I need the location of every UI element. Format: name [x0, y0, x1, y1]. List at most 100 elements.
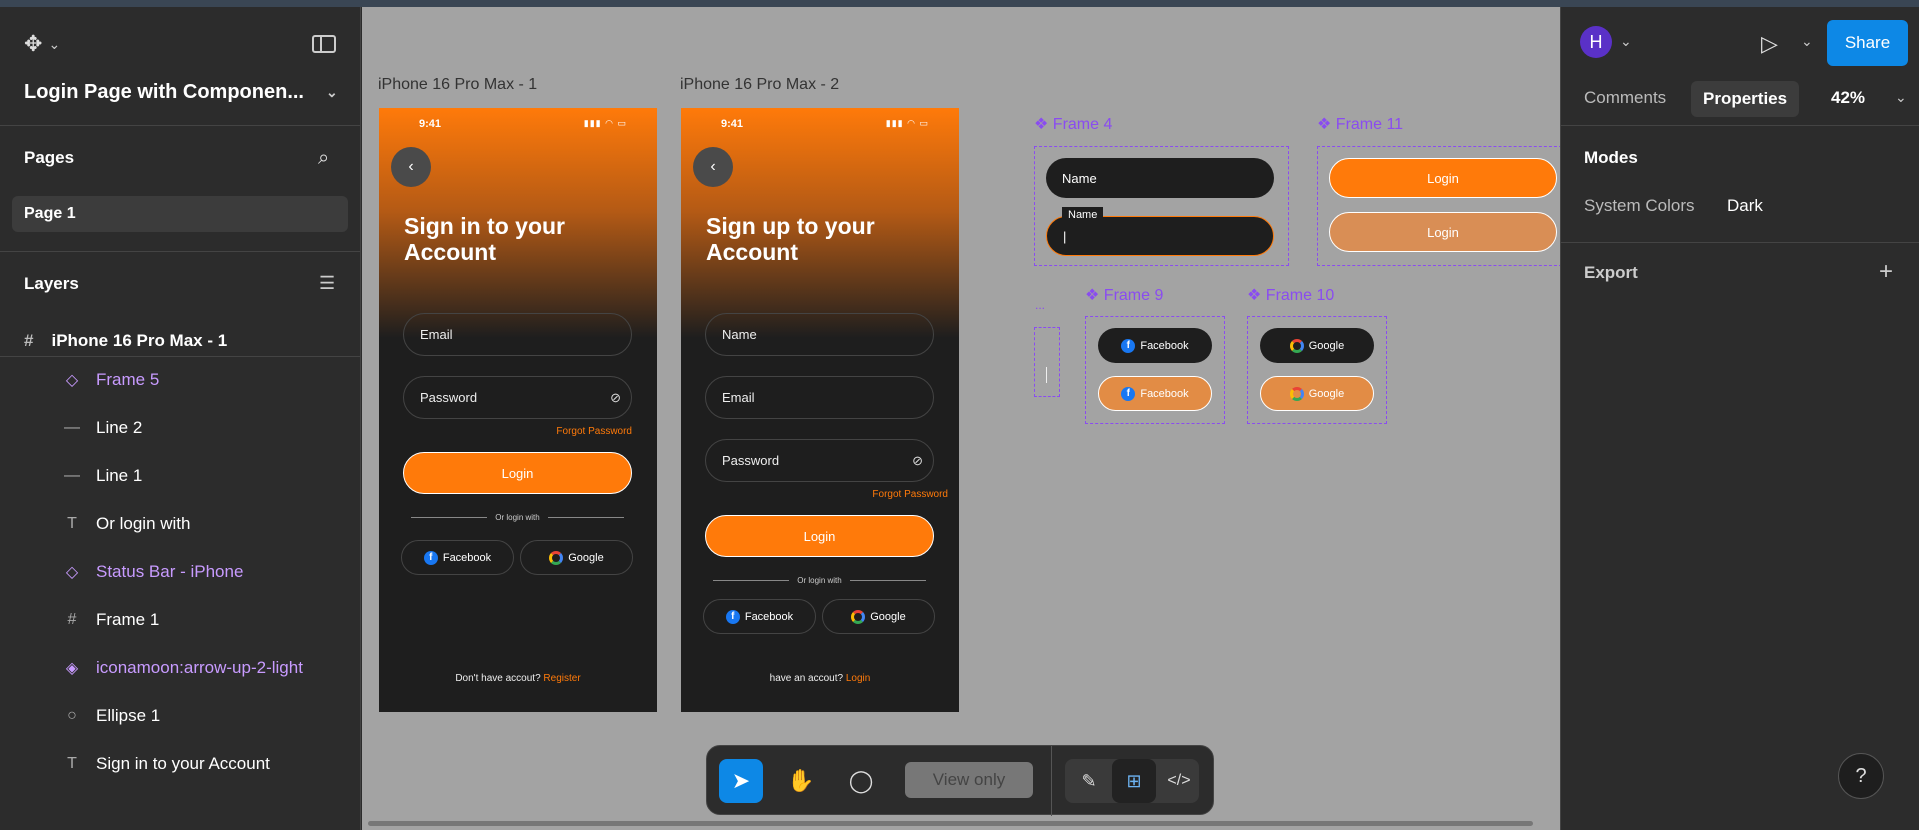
facebook-button[interactable]: f Facebook — [401, 540, 514, 575]
phone-frame-signin[interactable]: 9:41 ▮▮▮ ◠ ▭ ‹ Sign in to your Account E… — [379, 108, 657, 712]
horizontal-scrollbar[interactable] — [368, 821, 1533, 826]
password-placeholder: Password — [420, 390, 478, 405]
page-item-page1[interactable]: Page 1 — [12, 196, 348, 232]
chevron-down-icon[interactable]: ⌄ — [1895, 89, 1907, 106]
divider — [0, 356, 361, 357]
eye-off-icon[interactable]: ⊘ — [610, 390, 621, 406]
login-button-default[interactable]: Login — [1329, 158, 1557, 198]
login-button[interactable]: Login — [403, 452, 632, 494]
page-item-label: Page 1 — [24, 205, 76, 222]
google-button[interactable]: Google — [822, 599, 935, 634]
avatar[interactable]: H — [1580, 26, 1612, 58]
layer-root[interactable]: # iPhone 16 Pro Max - 1 — [24, 331, 227, 351]
design-mode-button[interactable]: ⊞ — [1112, 759, 1156, 803]
register-link[interactable]: Register — [543, 673, 580, 684]
component-label-frame10[interactable]: ❖ Frame 10 — [1247, 285, 1334, 305]
frame-label[interactable]: iPhone 16 Pro Max - 2 — [680, 76, 839, 94]
move-tool-button[interactable]: ➤ — [719, 759, 763, 803]
code-icon: </> — [1167, 772, 1191, 789]
back-button[interactable]: ‹ — [391, 147, 431, 187]
back-button[interactable]: ‹ — [693, 147, 733, 187]
login-button-hover[interactable]: Login — [1329, 212, 1557, 252]
layer-item[interactable]: # Frame 1 — [0, 598, 361, 642]
forgot-password-link[interactable]: Forgot Password — [556, 426, 632, 437]
frame4-label: Frame 4 — [1052, 116, 1113, 133]
left-sidebar: ✥ ⌄ Login Page with Componen... ⌄ Pages ⌕ … — [0, 7, 361, 830]
system-colors-label: System Colors — [1584, 196, 1695, 215]
facebook-icon: f — [725, 609, 740, 624]
pen-icon: ✎ — [1081, 770, 1097, 791]
forgot-password-link[interactable]: Forgot Password — [872, 489, 948, 500]
name-field[interactable]: Name — [705, 313, 934, 356]
frame-icon: # — [24, 331, 34, 350]
email-field[interactable]: Email — [705, 376, 934, 419]
file-title[interactable]: Login Page with Componen... ⌄ — [24, 81, 338, 104]
design-canvas[interactable]: iPhone 16 Pro Max - 1 iPhone 16 Pro Max … — [362, 7, 1560, 830]
layer-root-label: iPhone 16 Pro Max - 1 — [51, 331, 228, 350]
password-field[interactable]: Password ⊘ — [705, 439, 934, 482]
cursor-icon: ➤ — [731, 768, 751, 793]
divider — [1561, 242, 1919, 243]
help-button[interactable]: ? — [1838, 753, 1884, 799]
login-prompt: have an accout? Login — [681, 673, 959, 684]
facebook-button-hover[interactable]: f Facebook — [1098, 376, 1212, 411]
layer-item[interactable]: ◈ iconamoon:arrow-up-2-light — [0, 646, 361, 690]
facebook-button-default[interactable]: f Facebook — [1098, 328, 1212, 363]
frame-label[interactable]: iPhone 16 Pro Max - 1 — [378, 76, 537, 94]
google-button-hover[interactable]: Google — [1260, 376, 1374, 411]
footer-text: have an accout? — [769, 673, 844, 684]
ellipse-icon: ○ — [67, 707, 77, 724]
comment-tool-button[interactable]: ◯ — [839, 759, 883, 803]
layer-label: iconamoon:arrow-up-2-light — [96, 658, 303, 677]
collapsed-frame[interactable] — [1034, 327, 1060, 397]
or-divider: Or login with — [403, 511, 632, 523]
zoom-level[interactable]: 42% — [1831, 88, 1865, 108]
email-field[interactable]: Email — [403, 313, 632, 356]
component-icon: ❖ — [1034, 116, 1049, 133]
toolbar-divider — [1051, 746, 1052, 816]
eye-off-icon[interactable]: ⊘ — [912, 453, 923, 469]
panel-toggle-icon[interactable] — [312, 35, 336, 53]
layer-item[interactable]: ◇ Status Bar - iPhone — [0, 550, 361, 594]
google-label: Google — [1308, 387, 1345, 400]
layer-item[interactable]: T Sign in to your Account — [0, 742, 361, 786]
tab-comments[interactable]: Comments — [1584, 88, 1666, 108]
layer-list-options-icon[interactable]: ☰ — [319, 273, 335, 294]
layer-label: Status Bar - iPhone — [96, 562, 244, 581]
name-input-default[interactable]: Name — [1046, 158, 1274, 198]
share-button[interactable]: Share — [1827, 20, 1908, 66]
draw-mode-button[interactable]: ✎ — [1067, 759, 1111, 803]
or-divider: Or login with — [705, 574, 934, 586]
login-button[interactable]: Login — [705, 515, 934, 557]
layer-item[interactable]: — Line 2 — [0, 406, 361, 450]
divider — [1561, 125, 1919, 126]
figma-menu[interactable]: ✥ ⌄ — [24, 31, 60, 57]
layer-item[interactable]: ◇ Frame 5 — [0, 358, 361, 402]
mode-value-dark[interactable]: Dark — [1727, 196, 1763, 216]
present-play-icon[interactable]: ▷ — [1761, 31, 1778, 57]
search-icon[interactable]: ⌕ — [318, 147, 329, 170]
component-icon: ◇ — [65, 564, 79, 581]
layer-item[interactable]: — Line 1 — [0, 454, 361, 498]
collapsed-frame-label[interactable]: ... — [1035, 298, 1045, 312]
chevron-down-icon[interactable]: ⌄ — [1620, 33, 1632, 50]
layer-item[interactable]: ○ Ellipse 1 — [0, 694, 361, 738]
component-label-frame11[interactable]: ❖ Frame 11 — [1317, 114, 1403, 134]
google-button[interactable]: Google — [520, 540, 633, 575]
chevron-down-icon[interactable]: ⌄ — [1801, 33, 1813, 50]
password-placeholder: Password — [722, 453, 780, 468]
password-field[interactable]: Password ⊘ — [403, 376, 632, 419]
dev-mode-button[interactable]: </> — [1157, 759, 1201, 803]
tab-properties[interactable]: Properties — [1691, 81, 1800, 117]
login-link[interactable]: Login — [846, 673, 870, 684]
window-top-strip — [0, 0, 1919, 7]
google-button-default[interactable]: Google — [1260, 328, 1374, 363]
hand-tool-button[interactable]: ✋ — [779, 759, 823, 803]
phone-frame-signup[interactable]: 9:41 ▮▮▮ ◠ ▭ ‹ Sign up to your Account N… — [681, 108, 959, 712]
facebook-label: Facebook — [744, 610, 794, 623]
component-label-frame9[interactable]: ❖ Frame 9 — [1085, 285, 1163, 305]
component-label-frame4[interactable]: ❖ Frame 4 — [1034, 114, 1112, 134]
facebook-button[interactable]: f Facebook — [703, 599, 816, 634]
add-export-icon[interactable]: + — [1879, 258, 1893, 286]
layer-item[interactable]: T Or login with — [0, 502, 361, 546]
